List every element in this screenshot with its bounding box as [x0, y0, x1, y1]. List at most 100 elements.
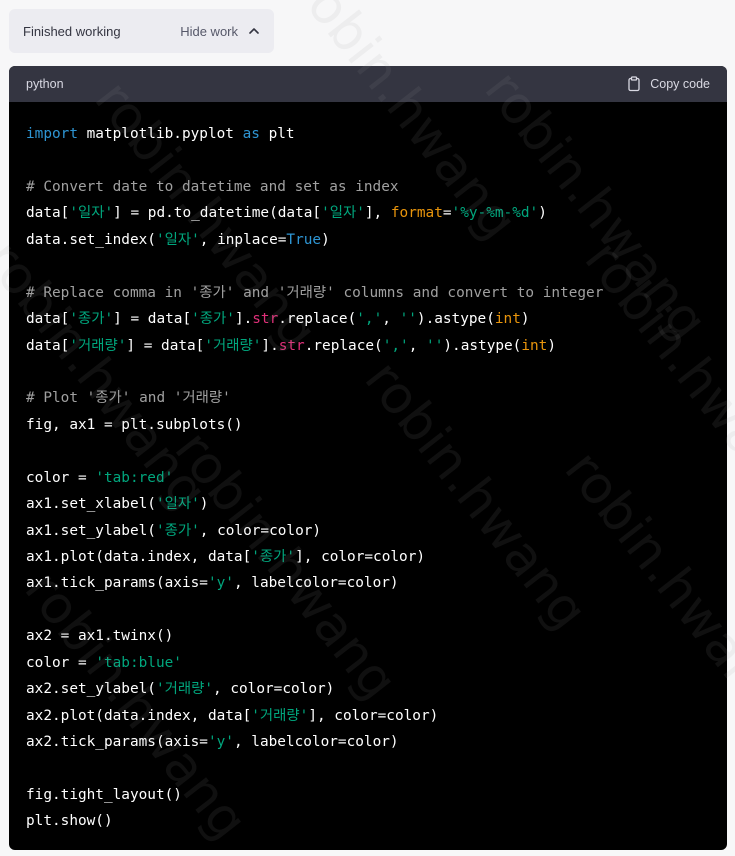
- code-body[interactable]: import matplotlib.pyplot as plt # Convert…: [9, 102, 727, 835]
- code-token: ).astype(: [416, 311, 495, 328]
- code-token: data[: [26, 337, 70, 354]
- code-token: ] = data[: [113, 311, 192, 328]
- code-token: # Plot '종가' and '거래량': [26, 390, 231, 407]
- code-line: data['일자'] = pd.to_datetime(data['일자'], …: [26, 200, 710, 226]
- language-label: python: [26, 77, 64, 91]
- code-token: ).astype(: [443, 337, 522, 354]
- code-token: '거래량': [251, 707, 309, 724]
- code-line: # Replace comma in '종가' and '거래량' column…: [26, 280, 710, 306]
- code-line: # Plot '종가' and '거래량': [26, 385, 710, 411]
- code-token: , inplace=: [199, 231, 287, 248]
- code-token: '종가': [251, 549, 296, 565]
- code-line: ax2.plot(data.index, data['거래량'], color=…: [26, 703, 710, 729]
- code-token: ,: [408, 337, 427, 354]
- code-token: '종가': [69, 311, 114, 328]
- code-token: format: [390, 205, 443, 222]
- code-token: 'tab:red': [95, 469, 174, 486]
- code-token: str: [278, 337, 305, 354]
- code-token: '일자': [155, 231, 200, 248]
- code-token: str: [252, 311, 279, 328]
- code-token: fig.tight_layout(): [26, 786, 182, 803]
- code-line: color = 'tab:blue': [26, 650, 710, 676]
- code-token: , labelcolor=color): [233, 734, 399, 751]
- code-token: , labelcolor=color): [233, 575, 399, 592]
- code-token: ): [321, 231, 330, 248]
- code-token: plt: [259, 126, 295, 142]
- code-token: # Convert date to datetime and set as in…: [26, 178, 399, 195]
- code-token: ] = data[: [126, 337, 205, 354]
- code-token: ): [199, 496, 209, 513]
- code-token: ax2.plot(data.index, data[: [26, 707, 252, 724]
- code-token: ',': [382, 337, 409, 354]
- code-token: import: [26, 126, 78, 142]
- code-token: 'y': [207, 734, 234, 751]
- code-token: '거래량': [69, 337, 127, 354]
- code-token: color =: [26, 469, 96, 486]
- code-token: as: [242, 126, 260, 142]
- status-text: Finished working: [23, 23, 121, 39]
- code-token: , color=color): [199, 522, 322, 539]
- code-line: ax2.set_ylabel('거래량', color=color): [26, 676, 710, 702]
- code-token: '거래량': [155, 681, 214, 698]
- code-token: True: [286, 231, 322, 248]
- code-line: color = 'tab:red': [26, 465, 710, 491]
- hide-work-button[interactable]: Hide work: [180, 24, 260, 39]
- work-status-bar: Finished working Hide work: [9, 9, 274, 53]
- code-token: color =: [26, 654, 96, 671]
- code-token: ax1.set_ylabel(: [26, 522, 156, 539]
- code-token: plt.show(): [26, 813, 113, 830]
- code-token: fig, ax1 = plt.subplots(): [26, 416, 243, 433]
- code-token: data[: [26, 311, 70, 328]
- code-token: ], color=color): [308, 707, 439, 724]
- code-token: '일자': [155, 496, 200, 513]
- code-token: ax1.set_xlabel(: [26, 496, 156, 513]
- code-token: ],: [364, 205, 391, 222]
- code-token: ax1.plot(data.index, data[: [26, 549, 252, 565]
- code-token: ): [520, 311, 530, 328]
- code-token: data[: [26, 205, 70, 222]
- code-token: matplotlib.pyplot: [77, 126, 243, 142]
- code-line: data['종가'] = data['종가'].str.replace(',',…: [26, 306, 710, 332]
- code-token: ax2.set_ylabel(: [26, 681, 156, 698]
- code-line: plt.show(): [26, 808, 710, 834]
- code-token: =: [442, 205, 452, 222]
- code-token: '': [399, 311, 417, 328]
- code-token: '': [426, 337, 444, 354]
- code-line: data.set_index('일자', inplace=True): [26, 227, 710, 253]
- code-line: ax2.tick_params(axis='y', labelcolor=col…: [26, 729, 710, 755]
- code-token: .replace(: [278, 311, 357, 328]
- code-token: int: [521, 337, 548, 354]
- copy-code-button[interactable]: Copy code: [626, 76, 710, 92]
- code-token: , color=color): [213, 681, 335, 698]
- code-line: import matplotlib.pyplot as plt: [26, 121, 710, 147]
- code-token: 'tab:blue': [95, 654, 182, 671]
- code-line: ax1.set_ylabel('종가', color=color): [26, 518, 710, 544]
- code-token: int: [494, 311, 521, 328]
- code-token: ): [538, 205, 547, 222]
- code-block: python Copy code import matplotlib.pyplo…: [9, 66, 727, 850]
- code-line: fig, ax1 = plt.subplots(): [26, 412, 710, 438]
- code-line: # Convert date to datetime and set as in…: [26, 174, 710, 200]
- code-token: # Replace comma in '종가' and '거래량' column…: [26, 284, 604, 301]
- copy-code-label: Copy code: [650, 77, 710, 91]
- hide-work-label: Hide work: [180, 23, 238, 39]
- code-token: ',': [356, 311, 383, 328]
- code-line: fig.tight_layout(): [26, 782, 710, 808]
- code-token: .replace(: [304, 337, 383, 354]
- code-token: ): [547, 337, 557, 354]
- code-token: '일자': [69, 205, 114, 222]
- code-token: ].: [261, 337, 279, 354]
- code-line: ax1.tick_params(axis='y', labelcolor=col…: [26, 570, 710, 596]
- code-line: ax1.set_xlabel('일자'): [26, 491, 710, 517]
- code-token: '종가': [155, 522, 200, 539]
- code-token: ,: [382, 311, 400, 328]
- code-line: data['거래량'] = data['거래량'].str.replace(',…: [26, 333, 710, 359]
- chevron-up-icon: [249, 28, 259, 34]
- code-token: ] = pd.to_datetime(data[: [113, 205, 322, 222]
- code-token: '거래량': [204, 337, 262, 354]
- code-token: ax1.tick_params(axis=: [26, 575, 208, 592]
